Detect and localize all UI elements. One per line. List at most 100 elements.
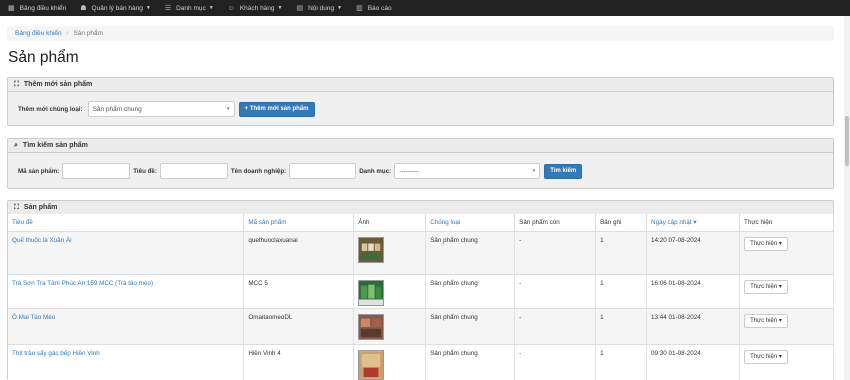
nav-content[interactable]: ▤ Nội dung ▼ [296, 4, 343, 13]
product-records: 1 [595, 274, 648, 309]
product-code: MCC 5 [243, 274, 355, 309]
nav-customers[interactable]: ☺ Khách hàng ▼ [228, 5, 283, 12]
nav-content-label: Nội dung [308, 4, 335, 12]
search-panel-title: Tìm kiếm sản phẩm [22, 142, 88, 149]
product-title-link[interactable]: Quế thuốc lá Xuân Ái [12, 237, 72, 244]
report-icon: ▥ [356, 5, 363, 12]
company-input[interactable] [289, 163, 357, 179]
product-records: 1 [595, 308, 648, 345]
product-type: Sản phẩm chung [425, 308, 516, 345]
title-input[interactable] [159, 163, 228, 179]
col-records-header: Bản ghi [595, 214, 648, 232]
nav-categories[interactable]: ☰ Danh mục ▼ [164, 4, 214, 13]
product-table: Tiêu đề Mã sản phẩm Ảnh Chủng loại Sản p… [8, 214, 835, 380]
product-type-select[interactable]: Sản phẩm chung ▾ [87, 101, 235, 117]
table-row: Ô Mai Táo Mèo OmaitaomeoDL Sản phẩm chun… [8, 308, 835, 345]
breadcrumb-separator: / [66, 30, 69, 37]
nav-dashboard-label: Bảng điều khiển [19, 4, 67, 12]
col-title-header[interactable]: Tiêu đề [8, 214, 245, 232]
product-image[interactable] [358, 236, 385, 263]
nav-reports-label: Báo cáo [367, 4, 392, 12]
col-updated-header[interactable]: Ngày cập nhật ▾ [646, 214, 740, 232]
breadcrumb-current: Sản phẩm [73, 30, 104, 37]
product-title-link[interactable]: Trà Sơn Tra Tâm Phúc An 159 MCC (Trà táo… [12, 280, 153, 287]
chevron-down-icon: ▼ [208, 5, 214, 11]
users-icon: ☺ [227, 4, 235, 12]
product-children: - [514, 274, 597, 309]
product-type-value: Sản phẩm chung [92, 105, 142, 113]
add-product-panel-header: ⛶ Thêm mới sản phẩm [8, 78, 833, 92]
page-title: Sản phẩm [8, 49, 79, 66]
search-button[interactable]: Tìm kiếm [544, 163, 583, 179]
table-header-row: Tiêu đề Mã sản phẩm Ảnh Chủng loại Sản p… [8, 214, 835, 232]
vertical-scrollbar[interactable] [844, 16, 850, 380]
list-icon: ☰ [164, 5, 172, 12]
nav-sales-label: Quản lý bán hàng [91, 4, 143, 12]
product-list-header: ⛶ Sản phẩm [8, 201, 833, 215]
product-type: Sản phẩm chung [425, 344, 516, 380]
company-label: Tên doanh nghiệp: [230, 167, 287, 175]
sitemap-icon: ⛶ [14, 203, 19, 211]
table-row: Trà Sơn Tra Tâm Phúc An 159 MCC (Trà táo… [8, 274, 835, 309]
col-type-header[interactable]: Chủng loại [425, 214, 516, 232]
product-list-title: Sản phẩm [23, 204, 58, 211]
chevron-down-icon: ▼ [277, 5, 283, 11]
product-children: - [514, 308, 597, 345]
table-row: Quế thuốc lá Xuân Ái quethuoclaxuanai Sả… [8, 231, 835, 275]
dashboard-icon: ▦ [8, 5, 15, 12]
action-dropdown-button[interactable]: Thực hiện ▾ [743, 349, 788, 364]
product-code: Hiền Vinh 4 [243, 344, 355, 380]
breadcrumb: Bảng điều khiển / Sản phẩm [7, 26, 834, 41]
product-title-link[interactable]: Ô Mai Táo Mèo [12, 314, 55, 321]
top-navbar: ▦ Bảng điều khiển ☗ Quản lý bán hàng ▼ ☰ Dan… [0, 0, 850, 16]
nav-categories-label: Danh mục [176, 4, 206, 12]
action-dropdown-button[interactable]: Thực hiện ▾ [743, 313, 788, 328]
product-image[interactable] [358, 279, 385, 306]
action-dropdown-button[interactable]: Thực hiện ▾ [743, 279, 788, 294]
title-label: Tiêu đề: [133, 167, 157, 175]
product-code-input[interactable] [62, 163, 131, 179]
chevron-down-icon: ▾ [227, 106, 230, 112]
scrollbar-thumb[interactable] [845, 116, 849, 166]
chevron-down-icon: ▼ [145, 5, 151, 11]
add-product-panel-title: Thêm mới sản phẩm [23, 81, 93, 88]
product-records: 1 [595, 344, 648, 380]
product-updated: 14:20 07-08-2024 [646, 231, 740, 275]
sitemap-icon: ⛶ [14, 80, 19, 88]
nav-customers-label: Khách hàng [239, 4, 275, 12]
product-code: OmaitaomeoDL [243, 308, 355, 345]
nav-reports[interactable]: ▥ Báo cáo [356, 4, 392, 13]
product-title-link[interactable]: Thịt trâu sấy gác bếp Hiền Vinh [12, 350, 100, 357]
product-type: Sản phẩm chung [425, 274, 516, 309]
search-product-panel: ⌕ Tìm kiếm sản phẩm Mã sản phẩm: Tiêu đề… [7, 138, 834, 189]
product-image[interactable] [358, 349, 385, 380]
add-product-button[interactable]: + Thêm mới sản phẩm [238, 101, 315, 117]
col-action-header: Thực hiện [739, 214, 835, 232]
search-icon: ⌕ [14, 141, 18, 149]
category-value: --------- [399, 167, 419, 175]
product-code: quethuoclaxuanai [243, 231, 355, 275]
product-code-label: Mã sản phẩm: [18, 167, 60, 175]
chevron-down-icon: ▼ [337, 5, 343, 11]
product-type: Sản phẩm chung [425, 231, 516, 275]
product-updated: 13:44 01-08-2024 [646, 308, 740, 345]
category-label: Danh mục: [359, 167, 392, 175]
product-image[interactable] [358, 313, 385, 340]
search-panel-header: ⌕ Tìm kiếm sản phẩm [8, 139, 833, 153]
product-children: - [514, 344, 597, 380]
action-dropdown-button[interactable]: Thực hiện ▾ [743, 236, 788, 251]
product-type-label: Thêm mới chủng loại: [18, 105, 83, 113]
col-code-header[interactable]: Mã sản phẩm [243, 214, 355, 232]
table-row: Thịt trâu sấy gác bếp Hiền Vinh Hiền Vin… [8, 344, 835, 380]
product-records: 1 [595, 231, 648, 275]
col-image-header: Ảnh [353, 214, 427, 232]
col-children-header: Sản phẩm con [514, 214, 597, 232]
category-select[interactable]: --------- ▾ [394, 163, 541, 179]
nav-dashboard[interactable]: ▦ Bảng điều khiển [8, 4, 67, 13]
product-updated: 16:06 01-08-2024 [646, 274, 740, 309]
breadcrumb-home-link[interactable]: Bảng điều khiển [15, 30, 62, 37]
chevron-down-icon: ▾ [532, 168, 536, 174]
nav-sales[interactable]: ☗ Quản lý bán hàng ▼ [80, 4, 151, 13]
add-product-panel: ⛶ Thêm mới sản phẩm Thêm mới chủng loại:… [7, 77, 834, 126]
product-updated: 09:30 01-08-2024 [646, 344, 740, 380]
